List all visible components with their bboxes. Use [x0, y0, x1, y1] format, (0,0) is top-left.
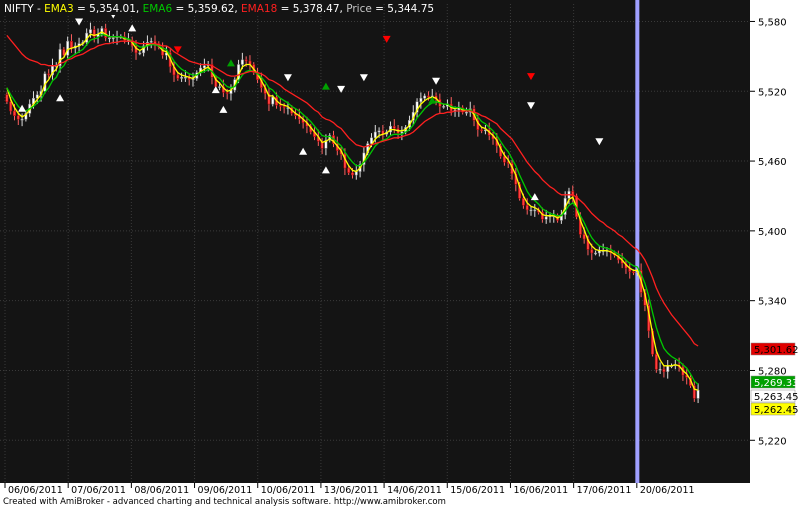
candle-body: [9, 101, 13, 112]
last-value-labels: 5,301.62 5,269.33 5,263.45 5,262.45: [750, 342, 799, 416]
header-price-value: = 5,344.75: [372, 3, 434, 15]
candle-body: [5, 94, 9, 102]
candle-body: [20, 118, 24, 121]
candle-body: [666, 365, 670, 372]
candle-body: [70, 40, 73, 49]
header-separator: -: [34, 3, 44, 15]
x-tick-label: 16/06/2011: [513, 485, 568, 496]
candle-body: [278, 104, 282, 107]
y-tick-label: 5,460: [758, 157, 787, 168]
header-ema3-label: EMA3: [44, 3, 74, 15]
last-value-label: 5,269.33: [754, 378, 799, 389]
x-tick-label: 15/06/2011: [450, 485, 505, 496]
candle-body: [180, 77, 184, 79]
x-tick-label: 09/06/2011: [198, 485, 253, 496]
candle-body: [521, 198, 525, 206]
candle-body: [594, 252, 597, 255]
candle-body: [108, 37, 111, 39]
header-text: NIFTY - EMA3 = 5,354.01, EMA6 = 5,359.62…: [4, 3, 434, 15]
candle-body: [400, 131, 404, 134]
candle-body: [529, 209, 533, 212]
y-tick-label: 5,520: [758, 87, 787, 98]
candle-body: [89, 29, 92, 34]
y-tick-label: 5,580: [758, 17, 787, 28]
header-ema6-value: = 5,359.62,: [172, 3, 241, 15]
candle-body: [544, 216, 548, 220]
candle-body: [373, 131, 377, 139]
candle-body: [351, 172, 354, 176]
x-tick-label: 10/06/2011: [261, 485, 316, 496]
header-ema18-value: = 5,378.47,: [277, 3, 346, 15]
candle-body: [47, 73, 51, 76]
cursor-bar[interactable]: [635, 0, 640, 483]
header-price-label: Price: [346, 3, 372, 15]
candle-body: [465, 111, 468, 114]
candle-body: [419, 97, 423, 102]
candle-body: [442, 106, 446, 108]
candle-body: [696, 390, 700, 399]
candle-body: [480, 129, 484, 132]
candle-body: [427, 95, 430, 98]
candle-body: [632, 271, 635, 273]
candle-body: [225, 92, 229, 94]
header-ema18-label: EMA18: [241, 3, 277, 15]
candle-body: [183, 77, 187, 79]
candle-body: [423, 95, 427, 99]
candle-body: [377, 130, 381, 133]
candle-body: [149, 40, 153, 43]
candle-body: [282, 106, 286, 108]
footer-credit: Created with AmiBroker - advanced charti…: [3, 497, 446, 506]
x-tick-label: 07/06/2011: [71, 485, 126, 496]
candle-body: [658, 369, 662, 371]
y-tick-label: 5,400: [758, 227, 787, 238]
candle-body: [111, 37, 115, 39]
candle-body: [13, 110, 16, 116]
price-chart[interactable]: 5,2205,2805,3405,4005,4605,5205,580 06/0…: [0, 0, 800, 507]
chart-window: 5,220 5,280 5,340 5,400 5,460 5,520 5,580 06/0…: [0, 0, 800, 507]
last-value-label: 5,262.45: [754, 405, 799, 416]
candle-body: [533, 209, 537, 212]
last-value-label: 5,301.62: [754, 345, 799, 356]
candle-body: [525, 205, 529, 211]
cursor-line: [635, 0, 640, 483]
last-value-label: 5,263.45: [754, 392, 799, 403]
candle-body: [392, 125, 396, 129]
chart-header: NIFTY - EMA3 = 5,354.01, EMA6 = 5,359.62…: [2, 1, 434, 15]
x-tick-label: 06/06/2011: [8, 485, 63, 496]
x-tick-label: 08/06/2011: [134, 485, 189, 496]
candle-body: [271, 96, 275, 105]
y-tick-label: 5,340: [758, 297, 787, 308]
candle-body: [16, 115, 20, 120]
candle-body: [662, 369, 666, 372]
x-tick-label: 13/06/2011: [324, 485, 379, 496]
header-ema6-label: EMA6: [143, 3, 173, 15]
candle-body: [66, 40, 70, 56]
candle-body: [218, 86, 222, 88]
candle-body: [244, 59, 248, 62]
candle-body: [654, 353, 658, 370]
header-symbol: NIFTY: [4, 3, 34, 15]
x-tick-label: 17/06/2011: [577, 485, 632, 496]
y-tick-label: 5,220: [758, 436, 787, 447]
candle-body: [502, 156, 506, 163]
x-tick-label: 20/06/2011: [640, 485, 695, 496]
candle-body: [240, 59, 244, 65]
x-axis: 06/06/2011 07/06/2011 08/06/2011 09/06/2011…: [4, 483, 695, 496]
header-ema3-value: = 5,354.01,: [74, 3, 143, 15]
candle-body: [582, 234, 586, 240]
candle-body: [176, 74, 180, 79]
candle-body: [202, 65, 206, 69]
candle-body: [138, 52, 142, 55]
x-tick-label: 14/06/2011: [387, 485, 442, 496]
candle-body: [590, 249, 594, 254]
candle-body: [347, 167, 351, 173]
